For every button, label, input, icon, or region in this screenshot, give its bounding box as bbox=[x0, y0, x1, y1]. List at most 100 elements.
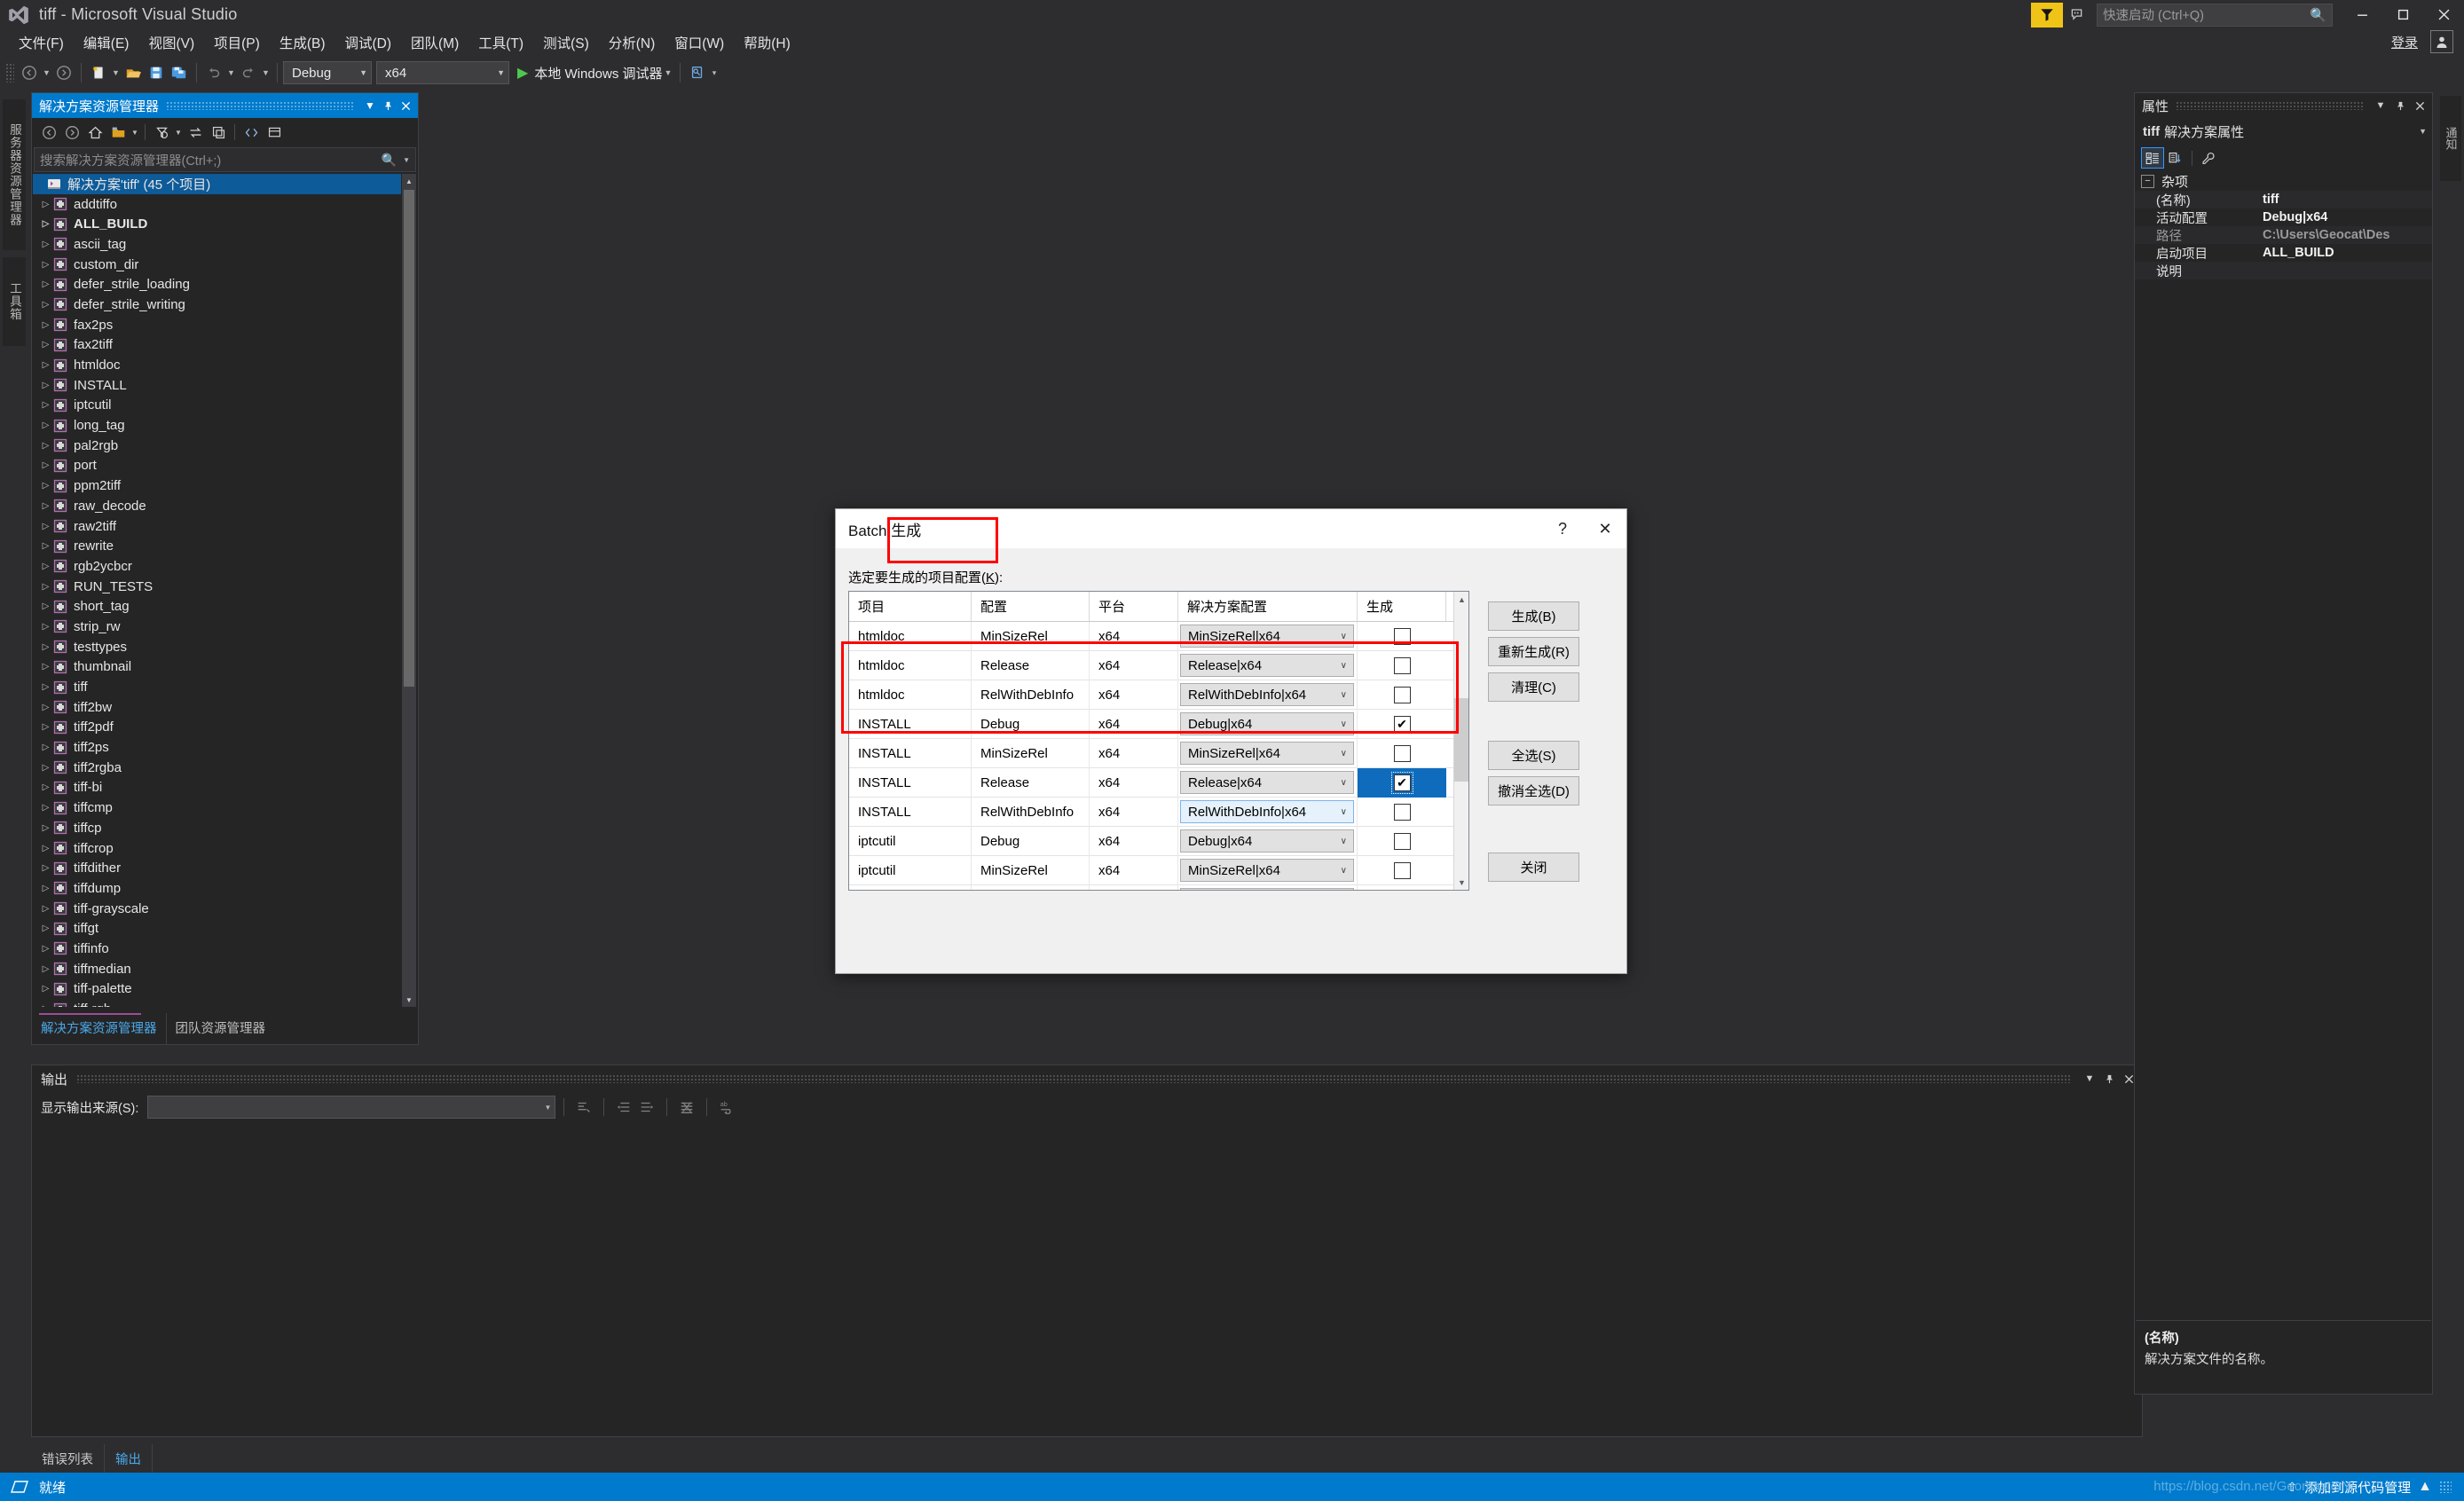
redo-caret-icon[interactable]: ▼ bbox=[260, 61, 272, 84]
tree-item[interactable]: ▷ tiff2ps bbox=[33, 737, 401, 758]
expand-arrow-icon[interactable]: ▷ bbox=[38, 1004, 53, 1007]
se-show-all-caret-icon[interactable]: ▼ bbox=[130, 121, 140, 144]
tree-item[interactable]: ▷ thumbnail bbox=[33, 657, 401, 678]
expand-arrow-icon[interactable]: ▷ bbox=[38, 923, 53, 933]
tab-solution-explorer[interactable]: 解决方案资源管理器 bbox=[32, 1013, 167, 1044]
scrollbar-thumb[interactable] bbox=[404, 190, 414, 687]
scroll-up-arrow-icon[interactable]: ▲ bbox=[402, 174, 416, 188]
build-checkbox[interactable] bbox=[1393, 744, 1411, 762]
property-pages-wrench-icon[interactable] bbox=[2197, 147, 2220, 169]
property-row[interactable]: 活动配置 Debug|x64 bbox=[2135, 208, 2432, 226]
navigate-back-icon[interactable] bbox=[18, 61, 41, 84]
solution-config-dropdown[interactable]: Release|x64 ∨ bbox=[1180, 771, 1354, 794]
tree-item[interactable]: ▷ tiffdump bbox=[33, 878, 401, 899]
expand-arrow-icon[interactable]: ▷ bbox=[38, 904, 53, 914]
tree-item[interactable]: ▷ testtypes bbox=[33, 637, 401, 657]
expand-arrow-icon[interactable]: ▷ bbox=[38, 722, 53, 732]
tree-item[interactable]: ▷ raw2tiff bbox=[33, 516, 401, 537]
start-debugging-button[interactable]: ▶ 本地 Windows 调试器 ▼ bbox=[517, 61, 674, 84]
property-row[interactable]: 说明 bbox=[2135, 262, 2432, 279]
solution-config-dropdown[interactable]: RelWithDebInfo|x64 ∨ bbox=[1180, 800, 1354, 823]
tree-item[interactable]: ▷ defer_strile_loading bbox=[33, 274, 401, 295]
quick-launch-input[interactable]: 快速启动 (Ctrl+Q) 🔍 bbox=[2097, 3, 2333, 27]
build-checkbox[interactable] bbox=[1393, 656, 1411, 674]
categorized-view-icon[interactable] bbox=[2141, 147, 2164, 169]
menu-build[interactable]: 生成(B) bbox=[270, 29, 335, 56]
tree-item[interactable]: ▷ tiff-bi bbox=[33, 778, 401, 798]
tree-item[interactable]: ▷ iptcutil bbox=[33, 396, 401, 416]
cell-build[interactable] bbox=[1358, 798, 1446, 827]
tree-item[interactable]: ▷ short_tag bbox=[33, 596, 401, 617]
menu-debug[interactable]: 调试(D) bbox=[335, 29, 401, 56]
expand-arrow-icon[interactable]: ▷ bbox=[38, 200, 53, 209]
solution-config-dropdown[interactable]: MinSizeRel|x64 ∨ bbox=[1180, 859, 1354, 882]
table-row[interactable]: INSTALL RelWithDebInfo x64 RelWithDebInfo|x… bbox=[849, 797, 1468, 827]
toolbar-grip[interactable] bbox=[5, 63, 14, 83]
expand-arrow-icon[interactable]: ▷ bbox=[38, 803, 53, 813]
expand-arrow-icon[interactable]: ▷ bbox=[38, 562, 53, 571]
navigate-forward-icon[interactable] bbox=[52, 61, 75, 84]
menu-edit[interactable]: 编辑(E) bbox=[74, 29, 139, 56]
se-pending-caret-icon[interactable]: ▼ bbox=[173, 121, 184, 144]
scroll-down-arrow-icon[interactable]: ▼ bbox=[402, 993, 416, 1007]
build-checkbox[interactable] bbox=[1393, 686, 1411, 703]
table-row[interactable]: htmldoc MinSizeRel x64 MinSizeRel|x64 ∨ bbox=[849, 621, 1468, 651]
cell-build[interactable] bbox=[1358, 827, 1446, 856]
tree-item[interactable]: ▷ tiff-grayscale bbox=[33, 899, 401, 919]
overflow-icon[interactable]: ▾ bbox=[709, 61, 720, 84]
tree-item[interactable]: ▷ tiffdither bbox=[33, 858, 401, 878]
expand-arrow-icon[interactable]: ▷ bbox=[38, 340, 53, 350]
tree-item[interactable]: ▷ tiffinfo bbox=[33, 939, 401, 959]
column-header-platform[interactable]: 平台 bbox=[1090, 592, 1178, 621]
tree-item[interactable]: ▷ port bbox=[33, 456, 401, 476]
expand-arrow-icon[interactable]: ▷ bbox=[38, 320, 53, 330]
batch-build-grid[interactable]: 项目 配置 平台 解决方案配置 生成 htmldoc MinSizeRel x64 M… bbox=[848, 591, 1469, 891]
attach-process-icon[interactable] bbox=[686, 61, 709, 84]
se-back-icon[interactable] bbox=[37, 121, 60, 144]
tree-item[interactable]: ▷ strip_rw bbox=[33, 617, 401, 637]
output-source-combo[interactable]: ▼ bbox=[147, 1096, 556, 1119]
expand-arrow-icon[interactable]: ▷ bbox=[38, 601, 53, 611]
tree-item[interactable]: ▷ custom_dir bbox=[33, 255, 401, 275]
cell-build[interactable]: ✔ bbox=[1358, 767, 1446, 798]
table-row[interactable]: htmldoc RelWithDebInfo x64 RelWithDebInfo|x… bbox=[849, 680, 1468, 710]
cell-build[interactable] bbox=[1358, 651, 1446, 680]
properties-drag-handle-dots[interactable] bbox=[2176, 101, 2364, 110]
properties-pin-icon[interactable] bbox=[2390, 96, 2410, 115]
properties-menu-chevron-icon[interactable]: ▼ bbox=[2371, 96, 2390, 115]
tree-item[interactable]: ▷ ascii_tag bbox=[33, 234, 401, 255]
expand-arrow-icon[interactable]: ▷ bbox=[38, 460, 53, 470]
output-pin-icon[interactable] bbox=[2099, 1069, 2119, 1088]
save-icon[interactable] bbox=[145, 61, 168, 84]
grid-scrollbar-thumb[interactable] bbox=[1454, 698, 1468, 782]
expand-arrow-icon[interactable]: ▷ bbox=[38, 381, 53, 390]
cell-build[interactable] bbox=[1358, 856, 1446, 885]
expand-arrow-icon[interactable]: ▷ bbox=[38, 763, 53, 773]
expand-arrow-icon[interactable]: ▷ bbox=[38, 441, 53, 451]
se-forward-icon[interactable] bbox=[60, 121, 83, 144]
tree-item[interactable]: ▷ tiffcrop bbox=[33, 838, 401, 859]
save-all-icon[interactable] bbox=[168, 61, 191, 84]
navigate-back-caret-icon[interactable]: ▼ bbox=[41, 61, 52, 84]
feedback-bubble-icon[interactable] bbox=[2063, 3, 2093, 28]
dialog-close-icon[interactable]: ✕ bbox=[1584, 509, 1626, 548]
table-row[interactable]: iptcutil MinSizeRel x64 MinSizeRel|x64 ∨ bbox=[849, 855, 1468, 885]
table-row[interactable]: INSTALL MinSizeRel x64 MinSizeRel|x64 ∨ bbox=[849, 738, 1468, 768]
search-options-caret-icon[interactable]: ▼ bbox=[397, 156, 410, 164]
previous-message-icon[interactable] bbox=[612, 1096, 635, 1119]
property-row[interactable]: (名称) tiff bbox=[2135, 191, 2432, 208]
solution-tree[interactable]: 解决方案'tiff' (45 个项目) ▷ addtiffo ▷ ALL_BUILD ▷… bbox=[33, 174, 401, 1007]
column-header-project[interactable]: 项目 bbox=[849, 592, 972, 621]
search-input[interactable]: 搜索解决方案资源管理器(Ctrl+;) 🔍 ▼ bbox=[34, 147, 416, 172]
grid-scroll-up-icon[interactable]: ▲ bbox=[1454, 592, 1468, 607]
property-value[interactable]: tiff bbox=[2259, 193, 2432, 207]
clear-all-icon[interactable] bbox=[675, 1096, 698, 1119]
new-project-icon[interactable] bbox=[87, 61, 110, 84]
tree-item[interactable]: ▷ ALL_BUILD bbox=[33, 214, 401, 234]
sign-in-link[interactable]: 登录 bbox=[2391, 33, 2418, 51]
tree-item[interactable]: ▷ defer_strile_writing bbox=[33, 295, 401, 315]
close-button[interactable] bbox=[2423, 0, 2464, 29]
expand-arrow-icon[interactable]: ▷ bbox=[38, 682, 53, 692]
output-text-area[interactable] bbox=[33, 1122, 2141, 1435]
panel-menu-chevron-icon[interactable]: ▼ bbox=[361, 96, 379, 115]
